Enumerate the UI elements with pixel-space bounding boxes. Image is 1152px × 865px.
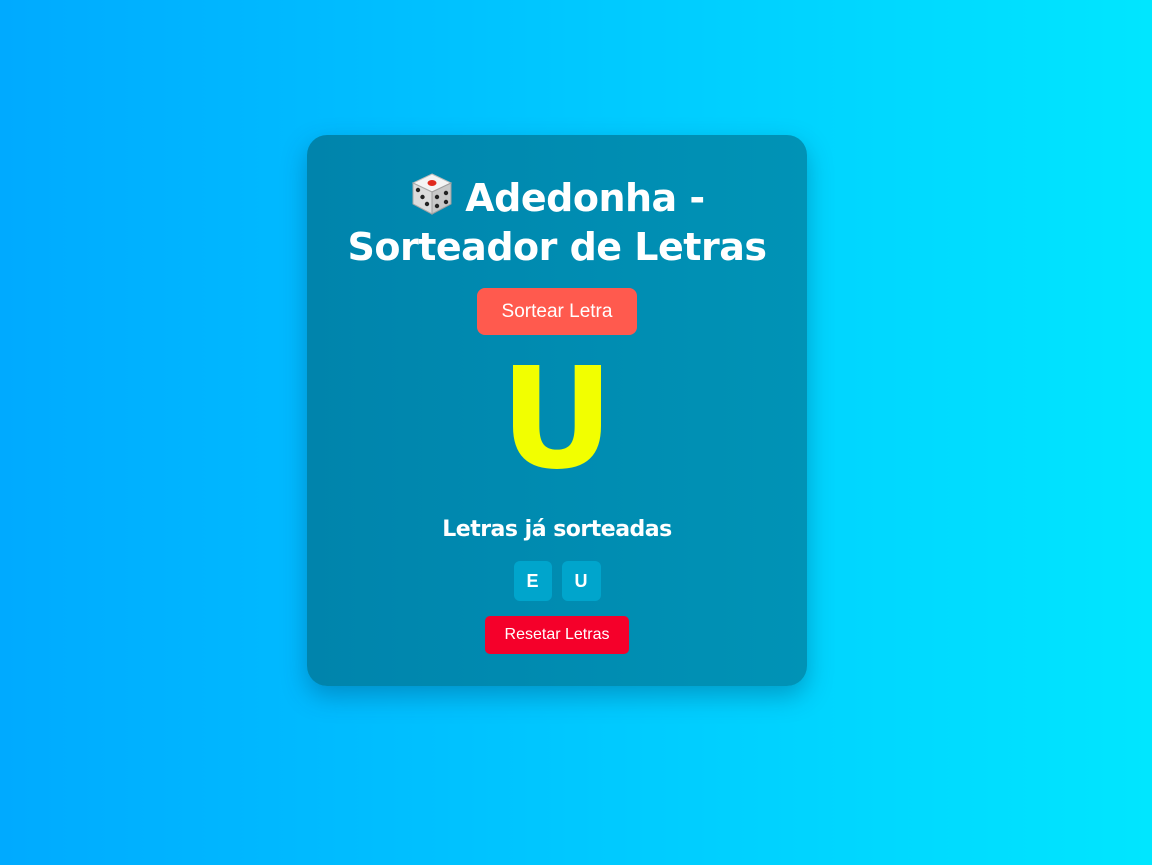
draw-letter-button[interactable]: Sortear Letra xyxy=(477,288,637,335)
drawn-letter-chip: U xyxy=(561,561,601,601)
drawn-letters-list: E U xyxy=(307,561,807,601)
page-title: Adedonha - Sorteador de Letras xyxy=(307,171,807,272)
reset-letters-button[interactable]: Resetar Letras xyxy=(485,616,629,654)
dice-icon xyxy=(412,173,453,215)
current-letter: U xyxy=(500,338,614,501)
title-line-1: Adedonha - xyxy=(307,171,807,223)
draw-card: Adedonha - Sorteador de Letras Sortear L… xyxy=(307,135,807,686)
drawn-letters-title: Letras já sorteadas xyxy=(442,517,672,542)
title-line-2: Sorteador de Letras xyxy=(347,225,767,269)
title-text-1: Adedonha - xyxy=(465,176,705,220)
drawn-letter-chip: E xyxy=(513,561,552,601)
